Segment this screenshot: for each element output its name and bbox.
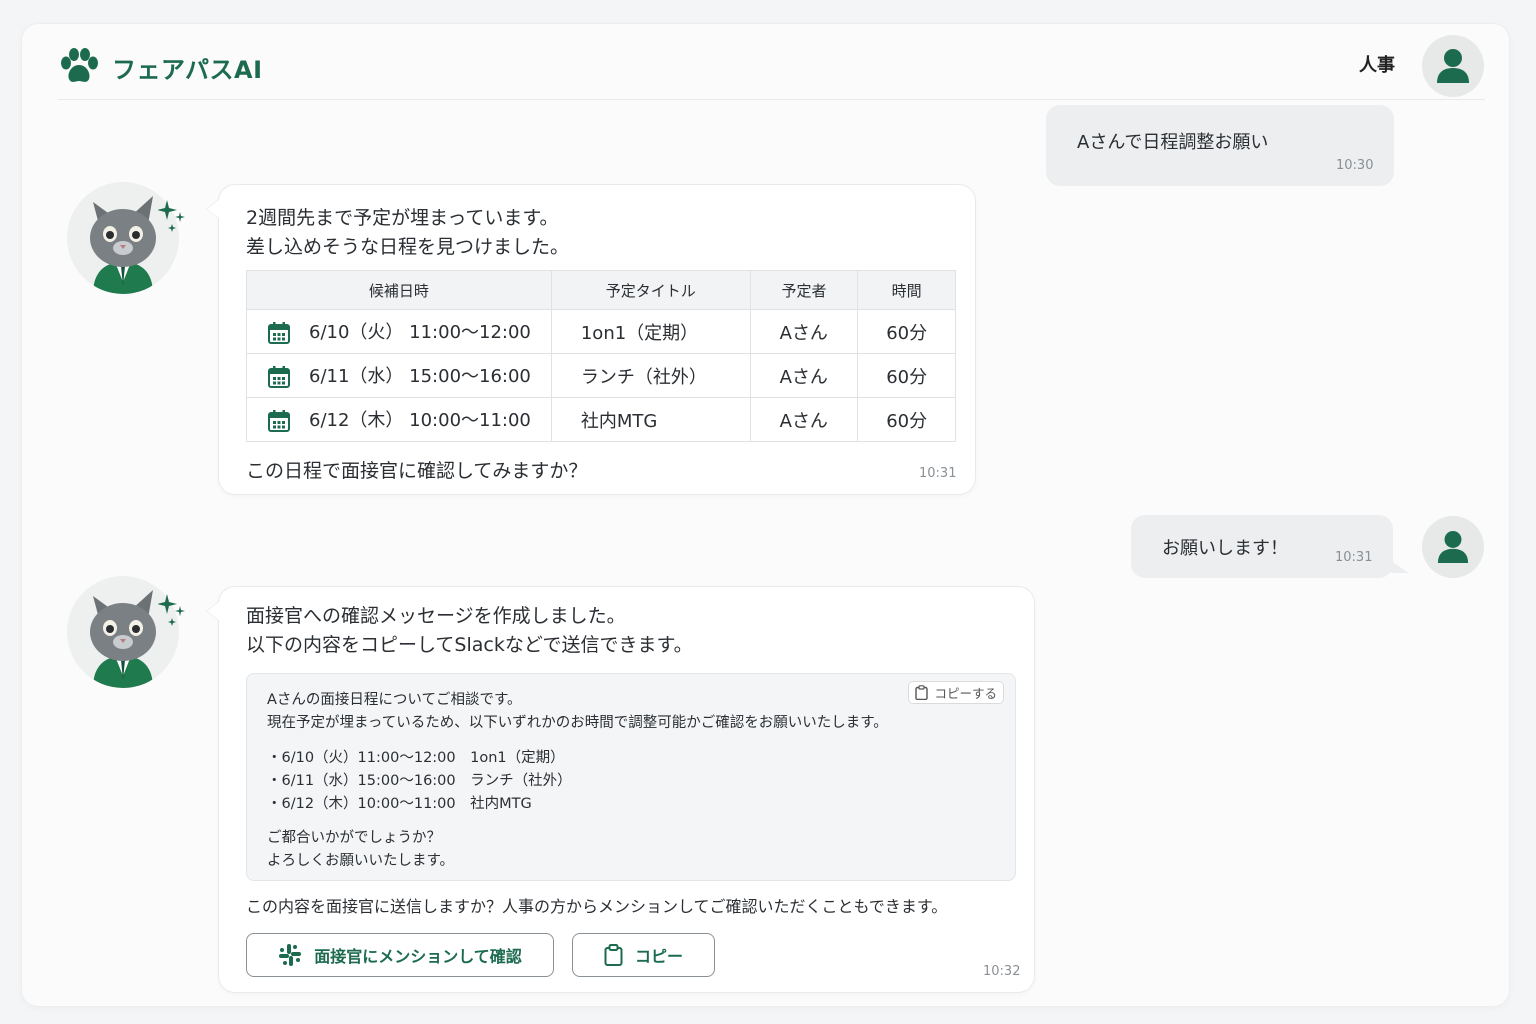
bot-message-2: 面接官への確認メッセージを作成しました。 以下の内容をコピーしてSlackなどで…	[219, 587, 1034, 992]
message-line-1: 面接官への確認メッセージを作成しました。	[246, 605, 626, 627]
slack-icon	[279, 944, 302, 966]
column-header-duration: 時間	[857, 270, 956, 310]
copy-button-label: コピー	[634, 947, 683, 966]
title-cell: ランチ（社外）	[550, 353, 751, 398]
person-cell: Aさん	[749, 309, 859, 354]
draft-line: 現在予定が埋まっているため、以下いずれかのお時間で調整可能かご確認をお願いいたし…	[267, 715, 888, 731]
cat-mascot-icon	[90, 196, 156, 294]
datetime-text: 6/11（水） 15:00〜16:00	[309, 366, 531, 387]
datetime-text: 6/12（木） 10:00〜11:00	[309, 410, 531, 431]
message-question: この日程で面接官に確認してみますか？	[246, 460, 588, 482]
draft-bullet: ・6/10（火）11:00〜12:00 1on1（定期）	[267, 750, 565, 766]
mention-button-label: 面接官にメンションして確認	[314, 947, 522, 966]
bot-avatar	[67, 182, 179, 294]
message-time: 10:30	[1336, 158, 1374, 173]
person-cell: Aさん	[749, 353, 859, 398]
schedule-table: 候補日時 予定タイトル 予定者 時間 6/10（火） 11:00〜12:00 1…	[246, 270, 956, 442]
copy-chip-button[interactable]: コピーする	[908, 681, 1004, 704]
user-avatar[interactable]	[1422, 516, 1484, 578]
draft-bullet: ・6/11（水）15:00〜16:00 ランチ（社外）	[267, 773, 572, 789]
user-message-2: お願いします！ 10:31	[1131, 515, 1393, 578]
draft-bullet: ・6/12（木）10:00〜11:00 社内MTG	[267, 796, 532, 812]
datetime-cell: 6/12（木） 10:00〜11:00	[246, 397, 552, 442]
user-message-1: Aさんで日程調整お願い 10:30	[1046, 105, 1394, 186]
title-cell: 1on1（定期）	[550, 309, 751, 354]
bot-message-1: 2週間先まで予定が埋まっています。 差し込めそうな日程を見つけました。 候補日時…	[219, 185, 975, 494]
datetime-cell: 6/11（水） 15:00〜16:00	[246, 353, 552, 398]
message-text: お願いします！	[1162, 538, 1288, 559]
message-text: Aさんで日程調整お願い	[1077, 132, 1269, 153]
calendar-icon	[268, 322, 290, 344]
message-time: 10:32	[983, 964, 1021, 979]
user-icon	[1437, 49, 1469, 83]
sparkle-icon	[158, 594, 185, 626]
message-footer: この内容を面接官に送信しますか？人事の方からメンションしてご確認いただくこともで…	[246, 897, 948, 916]
current-user-label: 人事	[1359, 55, 1395, 76]
paw-icon	[61, 48, 98, 82]
column-header-person: 予定者	[749, 270, 859, 310]
message-line-2: 差し込めそうな日程を見つけました。	[246, 236, 570, 258]
datetime-cell: 6/10（火） 11:00〜12:00	[246, 309, 552, 354]
duration-cell: 60分	[857, 397, 956, 442]
table-header-row: 候補日時 予定タイトル 予定者 時間	[246, 270, 956, 310]
duration-cell: 60分	[857, 309, 956, 354]
user-avatar[interactable]	[1422, 35, 1484, 97]
draft-line: ご都合いかがでしょうか？	[267, 830, 441, 846]
user-icon	[1437, 531, 1469, 563]
cat-mascot-icon	[90, 590, 156, 688]
draft-line: Aさんの面接日程についてご相談です。	[267, 692, 522, 708]
clipboard-icon	[604, 944, 623, 966]
message-time: 10:31	[1335, 550, 1373, 565]
calendar-icon	[268, 410, 290, 432]
clipboard-icon	[915, 685, 929, 700]
copy-button[interactable]: コピー	[572, 933, 715, 977]
message-line-1: 2週間先まで予定が埋まっています。	[246, 207, 559, 229]
copy-chip-label: コピーする	[934, 686, 997, 701]
chat-window: フェアパスAI 人事 Aさんで日程調整お願い 10:30 2週間先まで予定が埋ま…	[22, 24, 1509, 1006]
bot-avatar	[67, 576, 179, 688]
bubble-tail	[1391, 561, 1409, 573]
column-header-datetime: 候補日時	[246, 270, 552, 310]
message-time: 10:31	[919, 466, 957, 481]
table-row[interactable]: 6/11（水） 15:00〜16:00 ランチ（社外） Aさん 60分	[246, 353, 956, 398]
column-header-title: 予定タイトル	[550, 270, 751, 310]
sparkle-icon	[158, 200, 185, 232]
app-header: フェアパスAI 人事	[58, 24, 1485, 100]
draft-message-box[interactable]: コピーする Aさんの面接日程についてご相談です。 現在予定が埋まっているため、以…	[246, 673, 1016, 881]
mention-confirm-button[interactable]: 面接官にメンションして確認	[246, 933, 554, 977]
table-row[interactable]: 6/12（木） 10:00〜11:00 社内MTG Aさん 60分	[246, 397, 956, 442]
message-line-2: 以下の内容をコピーしてSlackなどで送信できます。	[246, 634, 693, 656]
brand[interactable]: フェアパスAI	[58, 48, 263, 86]
draft-line: よろしくお願いいたします。	[267, 853, 455, 869]
person-cell: Aさん	[749, 397, 859, 442]
duration-cell: 60分	[857, 353, 956, 398]
title-cell: 社内MTG	[550, 397, 751, 442]
datetime-text: 6/10（火） 11:00〜12:00	[309, 322, 531, 343]
calendar-icon	[268, 366, 290, 388]
table-row[interactable]: 6/10（火） 11:00〜12:00 1on1（定期） Aさん 60分	[246, 309, 956, 354]
app-title: フェアパスAI	[112, 55, 263, 84]
